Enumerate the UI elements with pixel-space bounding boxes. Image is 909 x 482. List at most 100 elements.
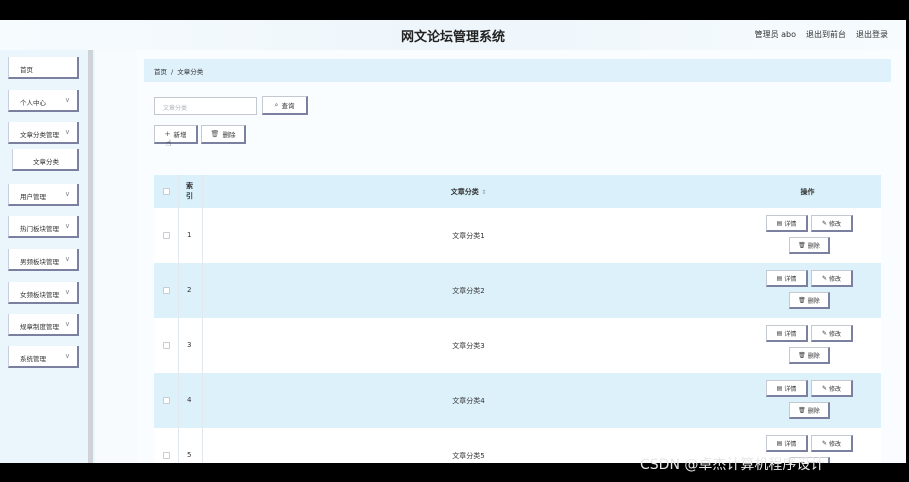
top-links: 管理员 abo 退出到前台 退出登录 <box>755 29 888 40</box>
select-all-checkbox[interactable] <box>163 188 170 195</box>
edit-icon: ✎ <box>821 329 827 337</box>
chevron-down-icon: ∨ <box>64 352 70 360</box>
edit-label: 修改 <box>829 275 842 283</box>
actions-column-header: 操作 <box>800 188 815 196</box>
sidebar-item-female-section[interactable]: 女频板块管理 ∨ <box>8 282 79 304</box>
row-index: 3 <box>187 341 192 349</box>
detail-icon: ▤ <box>776 439 783 447</box>
column-divider <box>178 318 179 373</box>
row-checkbox[interactable] <box>163 232 170 239</box>
sidebar-subitem-category[interactable]: 文章分类 <box>12 149 79 171</box>
edit-button[interactable]: ✎ 修改 <box>811 325 853 342</box>
sidebar-item-label: 个人中心 <box>20 99 46 107</box>
sidebar-item-rules[interactable]: 规章制度管理 ∨ <box>8 314 79 336</box>
category-column-header[interactable]: 文章分类 ⇕ <box>203 187 734 197</box>
current-user-label: 管理员 abo <box>754 30 796 39</box>
row-category: 文章分类4 <box>452 397 485 405</box>
row-index: 5 <box>187 451 192 459</box>
column-divider <box>178 428 179 463</box>
delete-button[interactable]: 🗑删除 <box>789 292 830 309</box>
edit-icon: ✎ <box>821 439 827 447</box>
category-table: 索引 文章分类 ⇕ 操作 1 文章分类1 ▤ 详情 ✎ 修改 🗑 删除 2 文章… <box>154 175 881 463</box>
column-divider <box>178 175 179 208</box>
edit-button[interactable]: ✎ 修改 <box>811 380 853 397</box>
back-to-front-link[interactable]: 退出到前台 <box>806 29 846 40</box>
delete-button[interactable]: 🗑删除 <box>789 402 830 419</box>
table-row: 3 文章分类3 ▤ 详情 ✎ 修改 🗑 删除 <box>154 318 881 373</box>
logout-link[interactable]: 退出登录 <box>856 29 888 40</box>
sidebar-item-label: 系统管理 <box>20 355 46 363</box>
row-index: 4 <box>187 396 192 404</box>
detail-button[interactable]: ▤ 详情 <box>766 325 808 342</box>
edit-label: 修改 <box>829 385 842 393</box>
row-checkbox[interactable] <box>163 342 170 349</box>
delete-button[interactable]: 🗑删除 <box>789 237 830 254</box>
detail-label: 详情 <box>784 220 797 228</box>
sidebar-item-label: 用户管理 <box>20 193 46 201</box>
row-checkbox[interactable] <box>163 452 170 459</box>
row-checkbox[interactable] <box>163 397 170 404</box>
row-checkbox[interactable] <box>163 287 170 294</box>
sidebar-item-label: 文章分类 <box>33 158 59 166</box>
row-index: 1 <box>187 231 192 239</box>
sidebar-item-personal-center[interactable]: 个人中心 ∨ <box>8 90 79 112</box>
add-button-label: 新增 <box>173 131 187 139</box>
column-divider <box>178 263 179 318</box>
sidebar-item-hot-section[interactable]: 热门板块管理 ∨ <box>8 216 79 238</box>
chevron-down-icon: ∨ <box>64 96 70 104</box>
sidebar-item-male-section[interactable]: 男频板块管理 ∨ <box>8 249 79 271</box>
chevron-down-icon: ∨ <box>64 128 70 136</box>
delete-label: 删除 <box>807 242 820 250</box>
edit-label: 修改 <box>829 440 842 448</box>
bulk-delete-button[interactable]: 🗑 删除 <box>201 125 246 144</box>
edit-label: 修改 <box>829 330 842 338</box>
breadcrumb: 首页 / 文章分类 <box>144 59 891 82</box>
trash-icon: 🗑 <box>210 130 220 138</box>
delete-label: 删除 <box>807 297 820 305</box>
edit-label: 修改 <box>829 220 842 228</box>
detail-button[interactable]: ▤ 详情 <box>766 435 808 452</box>
chevron-down-icon: ∨ <box>64 255 70 263</box>
sort-icon[interactable]: ⇕ <box>481 189 486 196</box>
add-button[interactable]: + 新增 <box>154 125 198 144</box>
table-row: 1 文章分类1 ▤ 详情 ✎ 修改 🗑 删除 <box>154 208 881 263</box>
search-button[interactable]: ⌕ 查询 <box>262 96 308 115</box>
sidebar-item-user-management[interactable]: 用户管理 ∨ <box>8 184 79 206</box>
breadcrumb-home[interactable]: 首页 <box>154 68 167 76</box>
watermark: CSDN @卓杰计算机程序设计 <box>640 457 825 473</box>
sidebar-item-label: 首页 <box>20 66 33 74</box>
sidebar-item-label: 热门板块管理 <box>20 225 59 233</box>
detail-icon: ▤ <box>776 384 783 392</box>
plus-icon: + <box>164 130 171 138</box>
trash-icon: 🗑 <box>798 406 806 414</box>
category-header-label: 文章分类 <box>450 188 479 196</box>
edit-icon: ✎ <box>821 274 827 282</box>
detail-button[interactable]: ▤ 详情 <box>766 380 808 397</box>
edit-button[interactable]: ✎ 修改 <box>811 435 853 452</box>
sidebar-item-system[interactable]: 系统管理 ∨ <box>8 346 79 368</box>
category-search-input[interactable]: 文章分类 <box>154 97 257 115</box>
delete-button[interactable]: 🗑删除 <box>789 347 830 364</box>
detail-label: 详情 <box>784 330 797 338</box>
app-screen: 网文论坛管理系统 管理员 abo 退出到前台 退出登录 首页 个人中心 ∨ 文章… <box>0 20 906 463</box>
detail-button[interactable]: ▤ 详情 <box>766 270 808 287</box>
video-frame: 网文论坛管理系统 管理员 abo 退出到前台 退出登录 首页 个人中心 ∨ 文章… <box>0 0 909 482</box>
detail-button[interactable]: ▤ 详情 <box>766 215 808 232</box>
sidebar: 首页 个人中心 ∨ 文章分类管理 ∨ 文章分类 用户管理 ∨ 热门板块管理 ∨ <box>0 50 95 463</box>
edit-button[interactable]: ✎ 修改 <box>811 215 853 232</box>
bulk-delete-label: 删除 <box>222 131 236 139</box>
sidebar-item-label: 规章制度管理 <box>20 323 59 331</box>
edit-icon: ✎ <box>821 219 827 227</box>
trash-icon: 🗑 <box>798 241 806 249</box>
edit-button[interactable]: ✎ 修改 <box>811 270 853 287</box>
delete-label: 删除 <box>807 352 820 360</box>
edit-icon: ✎ <box>821 384 827 392</box>
detail-icon: ▤ <box>776 219 783 227</box>
chevron-down-icon: ∨ <box>64 190 70 198</box>
chevron-down-icon: ∨ <box>64 288 70 296</box>
sidebar-item-category-management[interactable]: 文章分类管理 ∨ <box>8 122 79 144</box>
sidebar-item-home[interactable]: 首页 <box>8 57 79 79</box>
table-row: 4 文章分类4 ▤ 详情 ✎ 修改 🗑 删除 <box>154 373 881 428</box>
main-content: 首页 / 文章分类 文章分类 ⌕ 查询 + 新增 🗑 删除 索引 文章分类 ⇕ … <box>95 50 906 463</box>
sidebar-item-label: 女频板块管理 <box>20 291 59 299</box>
